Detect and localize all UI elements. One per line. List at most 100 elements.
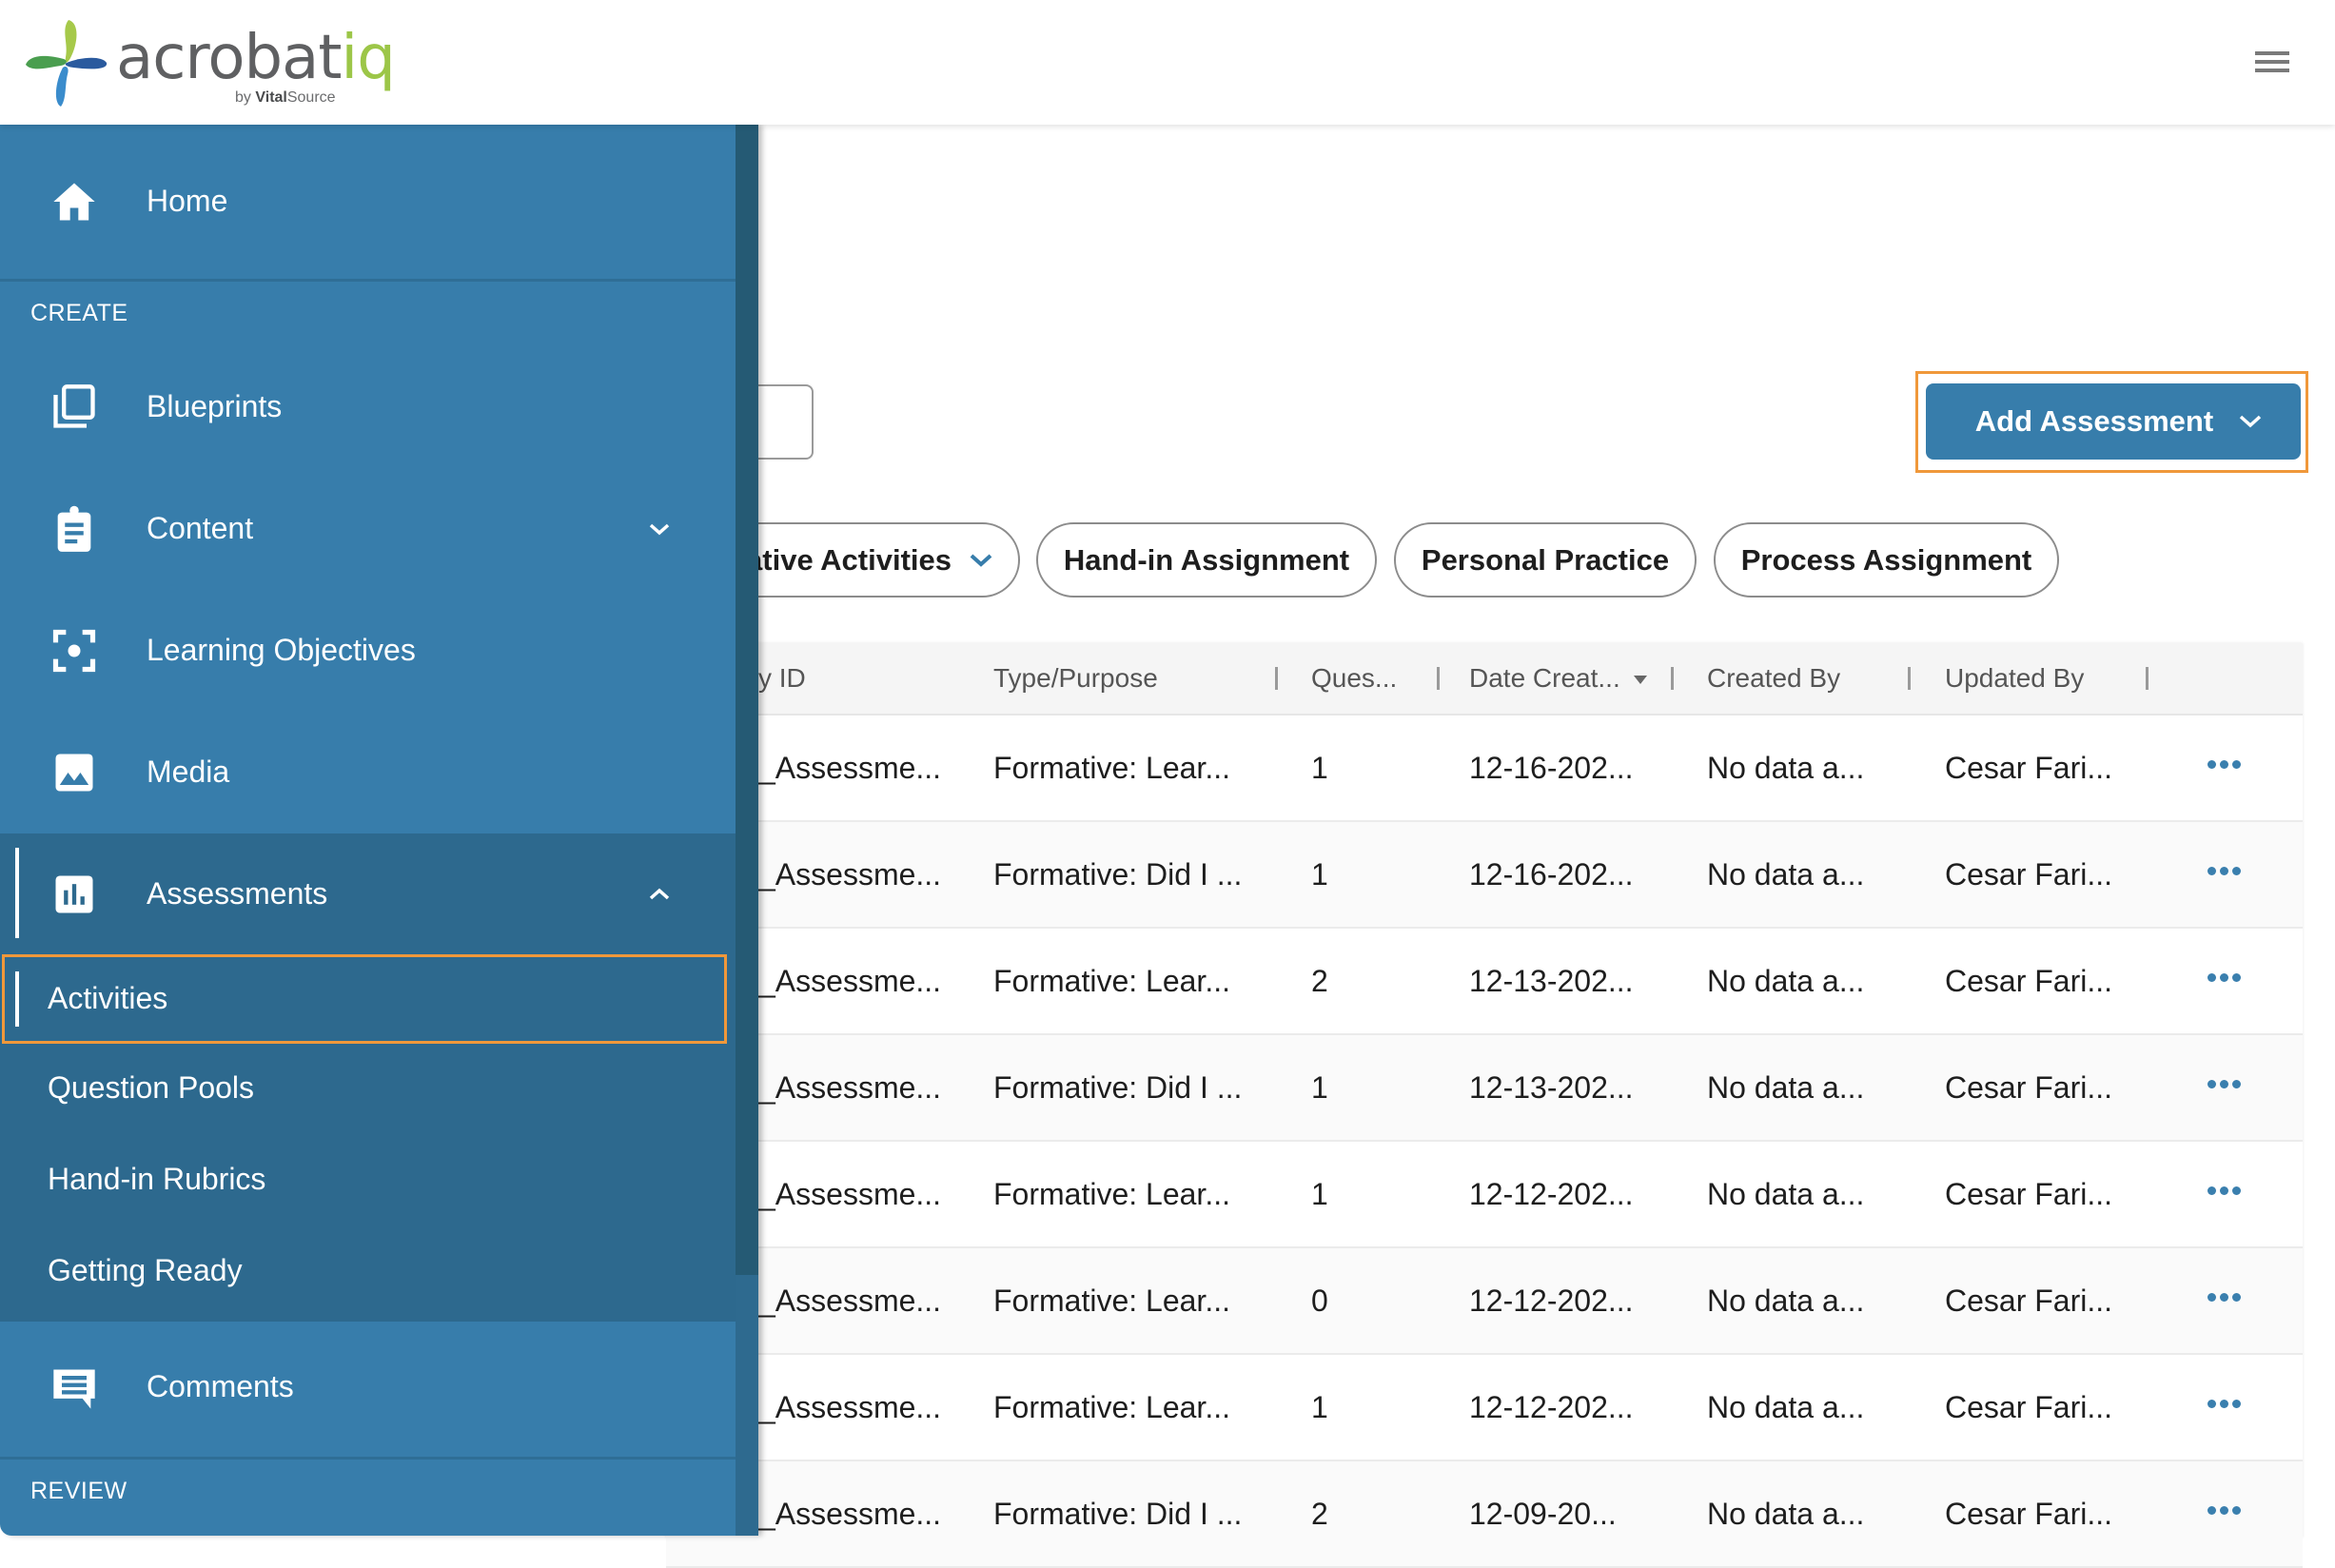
column-resize-handle[interactable]: [2146, 667, 2149, 690]
cell-date-created: 12-12-202...: [1469, 1177, 1634, 1211]
table-row[interactable]: _Assessme... Formative: Lear... 1 12-12-202…: [666, 1142, 2303, 1248]
sidebar-nav: Home CREATE Blueprints Content Learning …: [0, 125, 758, 1536]
cell-updated-by: Cesar Fari...: [1945, 1497, 2113, 1531]
column-header-updated-by[interactable]: Updated By: [1945, 643, 2084, 714]
table-row[interactable]: _Assessme... Formative: Lear... 0 12-12-202…: [666, 1248, 2303, 1355]
sidebar-scrollbar-thumb[interactable]: [736, 125, 758, 1275]
more-options-icon[interactable]: [2207, 1293, 2246, 1306]
sidebar-item-blueprints[interactable]: Blueprints: [0, 346, 736, 468]
add-assessment-button[interactable]: Add Assessment: [1926, 383, 2301, 460]
cell-activity-id: _Assessme...: [758, 964, 942, 998]
cell-questions: 2: [1311, 1497, 1328, 1531]
sidebar-subitem-activities[interactable]: Activities: [0, 957, 736, 1041]
cell-updated-by: Cesar Fari...: [1945, 857, 2113, 892]
blueprints-icon: [53, 384, 95, 428]
table-row[interactable]: _Assessme... Formative: Did I ... 2 12-09-2…: [666, 1461, 2303, 1568]
cell-updated-by: Cesar Fari...: [1945, 751, 2113, 785]
cell-date-created: 12-13-202...: [1469, 964, 1634, 998]
column-resize-handle[interactable]: [1437, 667, 1440, 690]
table-row[interactable]: _Assessme... Formative: Did I ... 1 12-13-2…: [666, 1035, 2303, 1142]
sidebar-item-label: Learning Objectives: [147, 633, 416, 667]
cell-activity-id: _Assessme...: [758, 751, 942, 785]
column-header-questions[interactable]: Ques...: [1311, 643, 1397, 714]
table-row[interactable]: _Assessme... Formative: Lear... 1 12-12-202…: [666, 1355, 2303, 1461]
cell-created-by: No data a...: [1707, 751, 1865, 785]
cell-created-by: No data a...: [1707, 1177, 1865, 1211]
comment-icon: [53, 1369, 95, 1409]
acrobatiq-logo[interactable]: acrobatiq by VitalSource: [21, 15, 396, 110]
logo-mark-icon: [26, 20, 108, 107]
cell-activity-id: _Assessme...: [758, 1177, 942, 1211]
top-header: acrobatiq by VitalSource: [0, 0, 2335, 125]
filter-process-assignment[interactable]: Process Assignment: [1714, 522, 2059, 598]
cell-date-created: 12-12-202...: [1469, 1284, 1634, 1318]
cell-questions: 1: [1311, 1177, 1328, 1211]
cell-questions: 1: [1311, 1390, 1328, 1424]
filter-personal-practice[interactable]: Personal Practice: [1394, 522, 1697, 598]
column-resize-handle[interactable]: [1908, 667, 1911, 690]
column-header-created-by[interactable]: Created By: [1707, 643, 1840, 714]
table-row[interactable]: _Assessme... Formative: Did I ... 1 12-16-2…: [666, 822, 2303, 929]
logo-wordmark: acrobatiq: [116, 23, 396, 93]
logo-byline: by VitalSource: [235, 89, 336, 106]
cell-type-purpose: Formative: Lear...: [993, 964, 1230, 998]
cell-activity-id: _Assessme...: [758, 1070, 942, 1105]
active-indicator: [15, 848, 19, 938]
cell-updated-by: Cesar Fari...: [1945, 1284, 2113, 1318]
divider: [0, 279, 736, 282]
cell-type-purpose: Formative: Did I ...: [993, 1070, 1243, 1105]
image-icon: [55, 754, 93, 792]
cell-type-purpose: Formative: Lear...: [993, 751, 1230, 785]
table-header: y ID Type/Purpose Ques... Date Creat... …: [666, 643, 2303, 715]
sidebar-item-media[interactable]: Media: [0, 712, 736, 833]
hamburger-menu-icon[interactable]: [2255, 49, 2289, 74]
more-options-icon[interactable]: [2207, 1506, 2246, 1519]
more-options-icon[interactable]: [2207, 973, 2246, 987]
cell-questions: 1: [1311, 751, 1328, 785]
sidebar-item-comments[interactable]: Comments: [0, 1322, 736, 1457]
cell-updated-by: Cesar Fari...: [1945, 1177, 2113, 1211]
bar-chart-icon: [55, 875, 93, 913]
sidebar-item-label: Assessments: [147, 876, 328, 911]
sidebar-item-home[interactable]: Home: [0, 125, 736, 279]
table-row[interactable]: _Assessme... Formative: Lear... 1 12-16-202…: [666, 715, 2303, 822]
column-resize-handle[interactable]: [1275, 667, 1278, 690]
cell-type-purpose: Formative: Did I ...: [993, 857, 1243, 892]
column-resize-handle[interactable]: [1671, 667, 1674, 690]
add-assessment-label: Add Assessment: [1974, 404, 2214, 438]
cell-activity-id: _Assessme...: [758, 1497, 942, 1531]
cell-updated-by: Cesar Fari...: [1945, 964, 2113, 998]
cell-updated-by: Cesar Fari...: [1945, 1390, 2113, 1424]
sidebar-item-label: Comments: [147, 1369, 294, 1403]
column-header-date-created[interactable]: Date Creat...: [1469, 643, 1647, 714]
sidebar-subitem-hand-in-rubrics[interactable]: Hand-in Rubrics: [48, 1162, 265, 1197]
more-options-icon[interactable]: [2207, 760, 2246, 774]
cell-created-by: No data a...: [1707, 857, 1865, 892]
sidebar-subitem-getting-ready[interactable]: Getting Ready: [48, 1253, 243, 1288]
more-options-icon[interactable]: [2207, 867, 2246, 880]
chevron-down-icon: [970, 554, 992, 567]
column-header-type[interactable]: Type/Purpose: [993, 643, 1158, 714]
chevron-up-icon[interactable]: [647, 886, 672, 903]
sidebar-subitem-question-pools[interactable]: Question Pools: [48, 1070, 254, 1106]
section-label-review: REVIEW: [30, 1478, 128, 1504]
cell-type-purpose: Formative: Lear...: [993, 1284, 1230, 1318]
sidebar-item-content[interactable]: Content: [0, 468, 736, 590]
section-label-create: CREATE: [30, 300, 128, 326]
chevron-down-icon[interactable]: [647, 520, 672, 538]
filter-label: ative Activities: [746, 542, 952, 577]
filter-hand-in-assignment[interactable]: Hand-in Assignment: [1036, 522, 1377, 598]
more-options-icon[interactable]: [2207, 1186, 2246, 1200]
cell-date-created: 12-09-20...: [1469, 1497, 1617, 1531]
table-row[interactable]: _Assessme... Formative: Lear... 2 12-13-202…: [666, 929, 2303, 1035]
cell-date-created: 12-16-202...: [1469, 857, 1634, 892]
sidebar-item-learning-objectives[interactable]: Learning Objectives: [0, 590, 736, 712]
more-options-icon[interactable]: [2207, 1400, 2246, 1413]
sidebar-item-assessments[interactable]: Assessments: [0, 833, 736, 955]
sidebar-item-label: Content: [147, 511, 254, 545]
column-header-id[interactable]: y ID: [758, 643, 806, 714]
cell-created-by: No data a...: [1707, 1284, 1865, 1318]
cell-activity-id: _Assessme...: [758, 1284, 942, 1318]
more-options-icon[interactable]: [2207, 1080, 2246, 1093]
cell-type-purpose: Formative: Did I ...: [993, 1497, 1243, 1531]
